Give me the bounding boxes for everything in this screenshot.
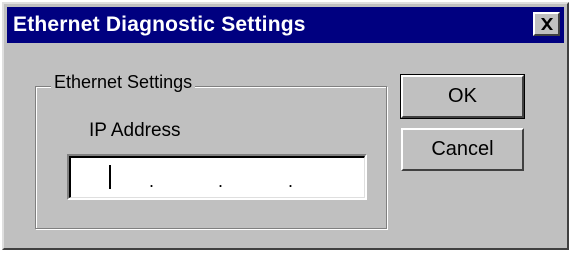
close-x-icon — [541, 18, 553, 30]
title-bar[interactable]: Ethernet Diagnostic Settings — [7, 7, 564, 43]
cancel-button[interactable]: Cancel — [401, 128, 524, 171]
ip-address-input[interactable]: . . . — [67, 154, 367, 200]
ip-separator-2: . — [218, 171, 224, 191]
ip-separator-1: . — [149, 171, 155, 191]
ip-address-label: IP Address — [89, 120, 181, 141]
ip-separator-3: . — [288, 171, 294, 191]
text-caret — [109, 165, 111, 189]
close-button[interactable] — [533, 12, 560, 36]
groupbox-label: Ethernet Settings — [51, 72, 196, 93]
ok-button[interactable]: OK — [400, 74, 525, 119]
window-title: Ethernet Diagnostic Settings — [13, 13, 306, 36]
